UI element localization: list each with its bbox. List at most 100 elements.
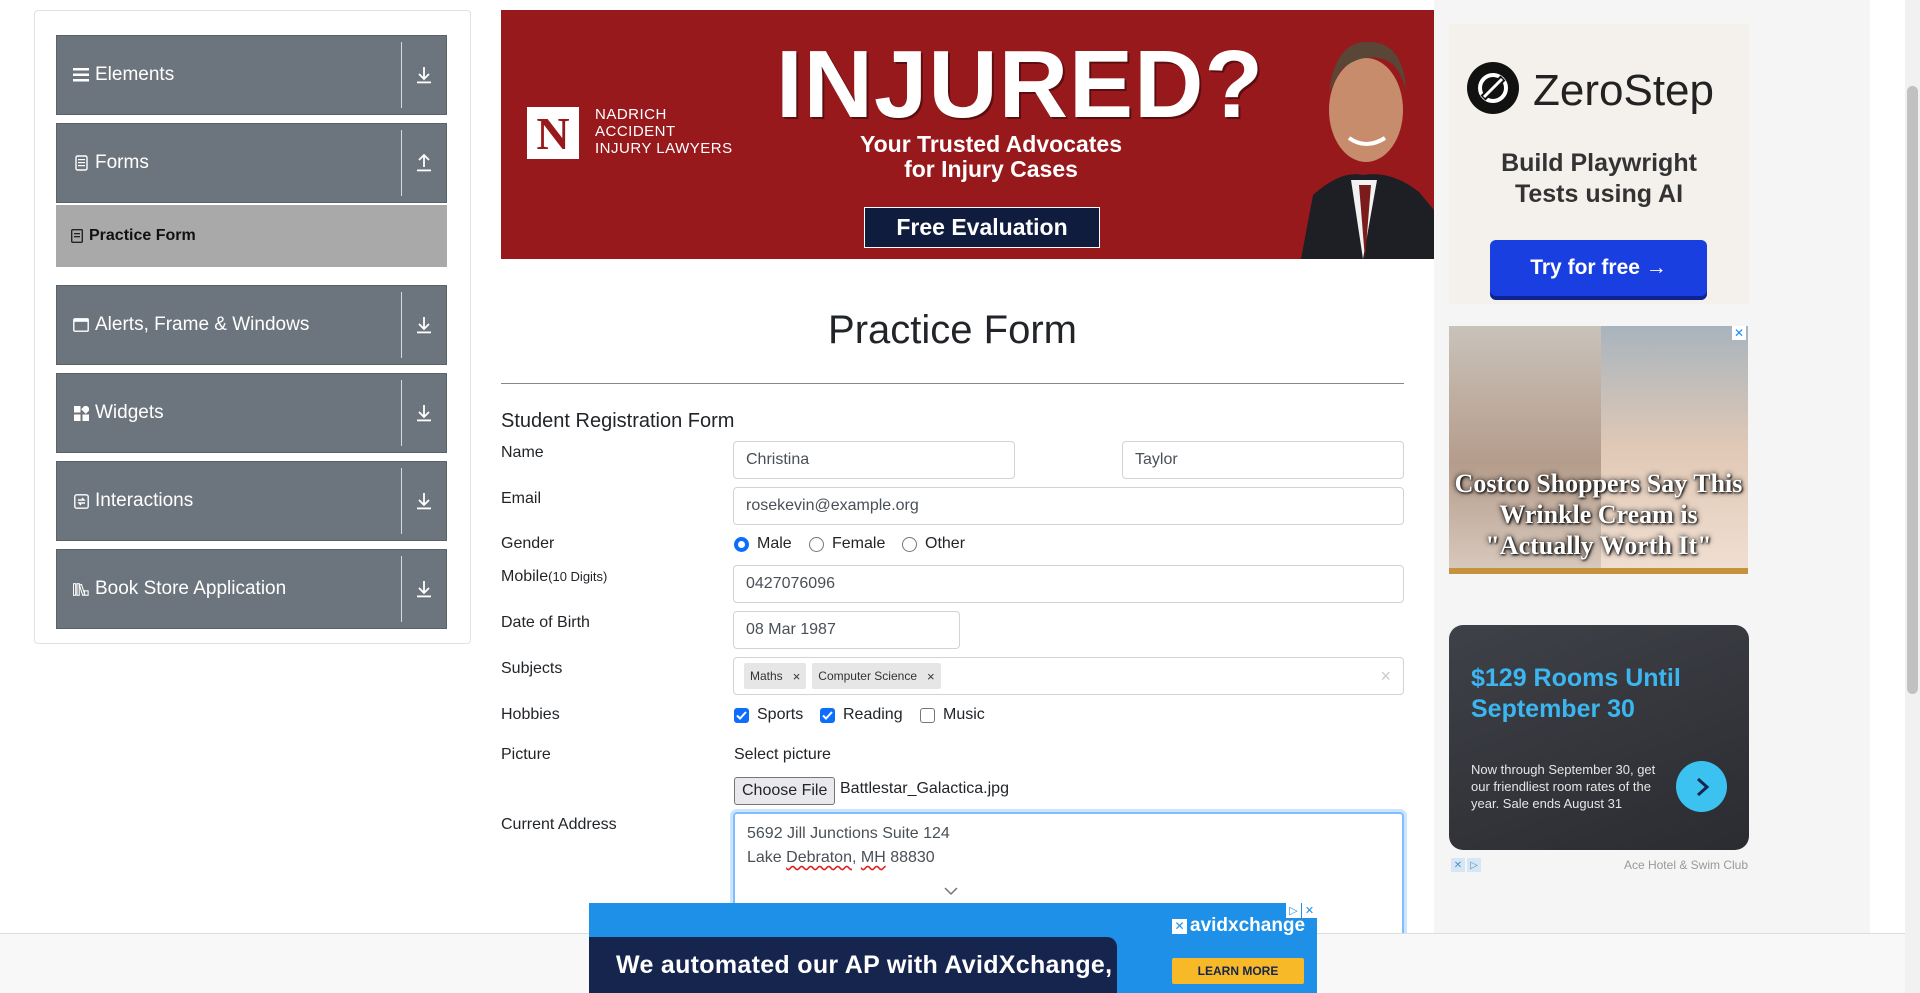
hobby-sports-checkbox[interactable]: Sports (734, 706, 803, 724)
address-text: , (851, 849, 861, 866)
address-line: Lake Debraton, MH 88830 (747, 846, 1390, 870)
document-icon (73, 155, 89, 171)
try-for-free-button[interactable]: Try for free → (1490, 240, 1707, 296)
subject-chip: Computer Science × (812, 663, 941, 689)
learn-more-button[interactable]: LEARN MORE (1172, 958, 1304, 984)
radio-label: Other (925, 535, 966, 552)
law-firm-logo: N (527, 107, 579, 159)
date-of-birth-input[interactable]: 08 Mar 1987 (733, 611, 960, 649)
mobile-label-text: Mobile (501, 568, 549, 585)
sidebar-group-interactions[interactable]: Interactions (56, 461, 447, 541)
gender-label: Gender (501, 535, 555, 552)
address-line: 5692 Jill Junctions Suite 124 (747, 825, 950, 842)
menu-icon (73, 67, 89, 83)
selected-file-name: Battlestar_Galactica.jpg (840, 780, 1009, 797)
hobby-reading-checkbox[interactable]: Reading (820, 706, 903, 724)
adchoices[interactable]: ✕ ▷ (1451, 858, 1481, 872)
sidebar-group-book-store[interactable]: Book Store Application (56, 549, 447, 629)
last-name-input[interactable]: Taylor (1122, 441, 1404, 479)
ad-headline: $129 Rooms Until September 30 (1471, 664, 1681, 723)
free-evaluation-button[interactable]: Free Evaluation (864, 207, 1100, 248)
window-icon (73, 317, 89, 333)
banner-ad[interactable]: N NADRICH ACCIDENT INJURY LAWYERS INJURE… (501, 10, 1434, 259)
download-icon[interactable] (402, 66, 446, 84)
avidxchange-logo-icon: ✕ (1172, 919, 1187, 934)
address-text: Lake (747, 849, 787, 866)
radio-label: Male (757, 535, 792, 552)
close-ad-icon[interactable]: ✕ (1302, 903, 1317, 918)
misspelled-word: Debraton (786, 849, 852, 866)
chip-label: Maths (750, 669, 783, 683)
close-ad-icon[interactable]: ✕ (1451, 858, 1465, 872)
close-ad-icon[interactable]: ✕ (1732, 326, 1746, 340)
chevron-down-icon[interactable] (943, 883, 959, 901)
ad-brand-text: avidxchange (1190, 915, 1306, 936)
form-subtitle: Student Registration Form (501, 410, 735, 432)
sidebar-group-forms[interactable]: Forms (56, 123, 447, 203)
clear-all-icon[interactable]: × (1380, 666, 1391, 687)
ad-text-line: "Actually Worth It" (1485, 531, 1712, 560)
mobile-input[interactable]: 0427076096 (733, 565, 1404, 603)
scrollbar-thumb[interactable] (1907, 86, 1918, 694)
books-icon (73, 581, 89, 597)
download-icon[interactable] (402, 404, 446, 422)
page-title: Practice Form (828, 308, 1077, 352)
divider (401, 42, 402, 108)
divider (401, 130, 402, 196)
sidebar-group-label: Elements (95, 64, 175, 85)
avidxchange-ad[interactable]: We automated our AP with AvidXchange, ✕ a… (589, 903, 1317, 993)
mobile-hint: (10 Digits) (548, 569, 608, 584)
firm-line: NADRICH (595, 106, 667, 123)
upload-icon[interactable] (402, 154, 446, 172)
advertiser-name[interactable]: Ace Hotel & Swim Club (1560, 858, 1748, 872)
sidebar: Elements Forms Practice Form Alerts, Fra… (34, 10, 471, 644)
ad-body-line: Tests using AI (1514, 180, 1684, 208)
name-label: Name (501, 444, 544, 461)
gender-other-radio[interactable]: Other (902, 535, 965, 553)
remove-chip-icon[interactable]: × (783, 669, 807, 684)
radio-indicator (902, 536, 917, 552)
costco-ad[interactable]: Costco Shoppers Say This Wrinkle Cream i… (1449, 326, 1748, 574)
radio-indicator (809, 536, 824, 552)
subjects-input[interactable]: Maths × Computer Science × × (733, 657, 1404, 695)
chevron-right-icon[interactable] (1676, 761, 1727, 812)
ad-brand: ZeroStep (1533, 66, 1714, 115)
widgets-icon (73, 405, 89, 421)
interactions-icon (73, 493, 89, 509)
remove-chip-icon[interactable]: × (917, 669, 941, 684)
ad-body: Build Playwright Tests using AI (1449, 148, 1749, 210)
adchoices-icon[interactable]: ▷ (1286, 903, 1301, 918)
download-icon[interactable] (402, 580, 446, 598)
download-icon[interactable] (402, 492, 446, 510)
sidebar-group-widgets[interactable]: Widgets (56, 373, 447, 453)
ad-body-line: Build Playwright (1501, 149, 1697, 177)
email-input[interactable]: rosekevin@example.org (733, 487, 1404, 525)
ad-body: Now through September 30, get our friend… (1471, 762, 1656, 811)
divider (501, 383, 1404, 384)
law-firm-name: NADRICH ACCIDENT INJURY LAWYERS (595, 106, 733, 157)
first-name-input[interactable]: Christina (733, 441, 1015, 479)
hobbies-label: Hobbies (501, 706, 560, 723)
email-label: Email (501, 490, 542, 507)
misspelled-word: MH (860, 849, 886, 866)
sidebar-group-label: Alerts, Frame & Windows (95, 314, 310, 335)
tagline-line: Your Trusted Advocates (859, 131, 1122, 157)
divider (401, 292, 402, 358)
sidebar-group-alerts[interactable]: Alerts, Frame & Windows (56, 285, 447, 365)
form-icon (71, 229, 83, 243)
hotel-ad[interactable]: $129 Rooms Until September 30 Now throug… (1449, 625, 1749, 850)
zerostep-ad[interactable]: ZeroStep Build Playwright Tests using AI… (1449, 24, 1749, 304)
subject-chip: Maths × (744, 663, 807, 689)
hobby-music-checkbox[interactable]: Music (920, 706, 985, 724)
gender-male-radio[interactable]: Male (734, 535, 792, 553)
choose-file-button[interactable]: Choose File (734, 777, 836, 805)
sidebar-group-elements[interactable]: Elements (56, 35, 447, 115)
ad-text-line: Wrinkle Cream is (1499, 500, 1698, 529)
checkbox-label: Music (943, 706, 985, 723)
adchoices-icon[interactable]: ▷ (1467, 858, 1481, 872)
download-icon[interactable] (402, 316, 446, 334)
sidebar-item-practice-form[interactable]: Practice Form (56, 205, 447, 267)
ad-text: We automated our AP with AvidXchange, (589, 937, 1117, 993)
gender-female-radio[interactable]: Female (809, 535, 885, 553)
current-address-label: Current Address (501, 816, 617, 833)
